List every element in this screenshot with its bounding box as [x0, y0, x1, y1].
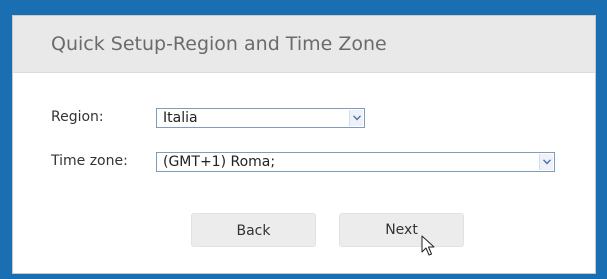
dialog-header: Quick Setup-Region and Time Zone	[13, 16, 595, 73]
chevron-down-icon[interactable]	[539, 154, 553, 170]
region-select[interactable]: Italia	[156, 108, 365, 128]
mouse-pointer-icon	[421, 235, 435, 256]
region-label: Region:	[51, 109, 104, 125]
window-background: Quick Setup-Region and Time Zone Region:…	[0, 0, 607, 279]
region-select-value: Italia	[163, 110, 198, 126]
chevron-down-icon[interactable]	[349, 110, 363, 126]
next-button[interactable]: Next	[339, 213, 464, 247]
dialog-title: Quick Setup-Region and Time Zone	[51, 33, 387, 55]
time-zone-select-value: (GMT+1) Roma;	[163, 154, 276, 170]
time-zone-select[interactable]: (GMT+1) Roma;	[156, 152, 555, 172]
quick-setup-dialog: Quick Setup-Region and Time Zone Region:…	[12, 15, 596, 274]
back-button[interactable]: Back	[191, 213, 316, 247]
time-zone-label: Time zone:	[51, 153, 128, 169]
